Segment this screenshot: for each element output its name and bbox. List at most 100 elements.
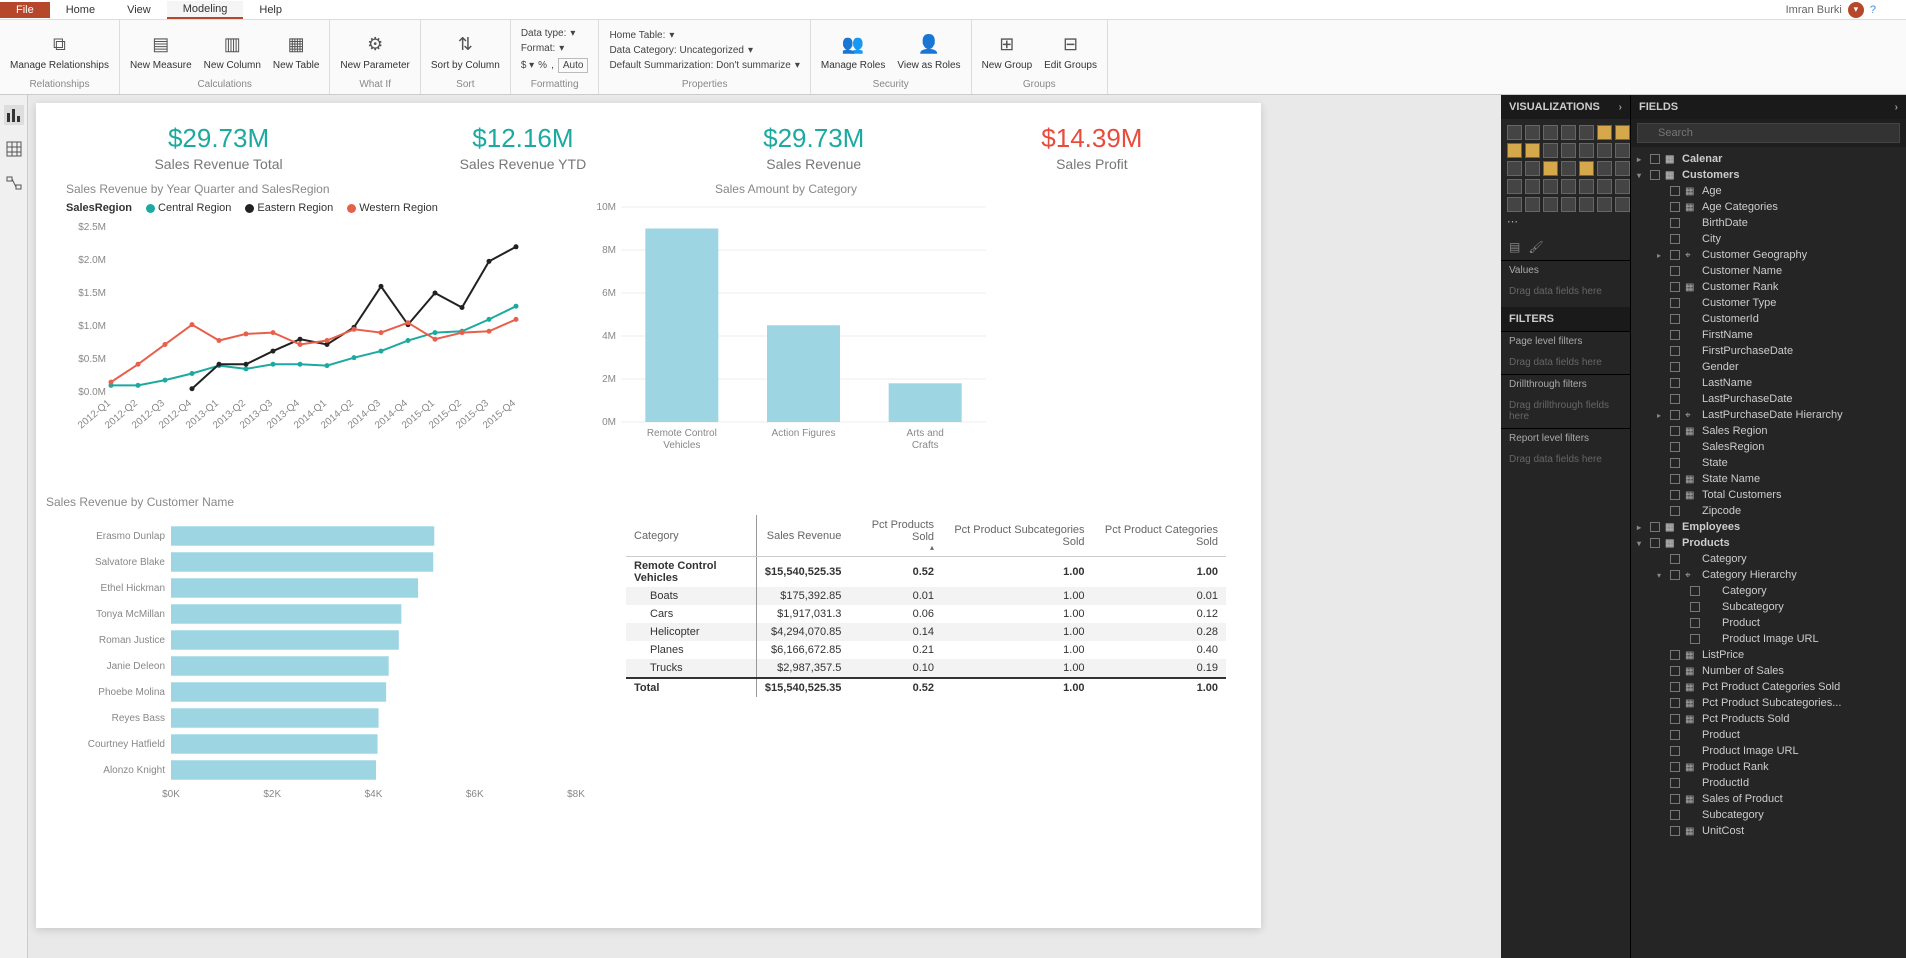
field-item[interactable]: ▾▦Products (1631, 535, 1906, 551)
field-item[interactable]: Customer Type (1631, 295, 1906, 311)
field-checkbox[interactable] (1670, 666, 1680, 676)
field-item[interactable]: Product Image URL (1631, 743, 1906, 759)
field-item[interactable]: ▦ListPrice (1631, 647, 1906, 663)
field-item[interactable]: FirstPurchaseDate (1631, 343, 1906, 359)
field-checkbox[interactable] (1670, 298, 1680, 308)
new-parameter-button[interactable]: ⚙New Parameter (336, 28, 413, 73)
viz-type-icon[interactable] (1561, 197, 1576, 212)
viz-type-icon[interactable] (1507, 179, 1522, 194)
field-checkbox[interactable] (1670, 330, 1680, 340)
kpi-card[interactable]: $12.16MSales Revenue YTD (460, 123, 587, 172)
viz-type-icon[interactable] (1579, 143, 1594, 158)
fields-search-input[interactable] (1637, 123, 1900, 143)
table-row[interactable]: Planes$6,166,672.850.211.000.40 (626, 641, 1226, 659)
viz-type-icon[interactable] (1525, 179, 1540, 194)
menu-modeling[interactable]: Modeling (167, 1, 244, 19)
field-item[interactable]: ▦Age Categories (1631, 199, 1906, 215)
field-checkbox[interactable] (1670, 378, 1680, 388)
viz-type-icon[interactable] (1615, 161, 1630, 176)
viz-type-icon[interactable] (1543, 143, 1558, 158)
data-category-dropdown[interactable]: Data Category: Uncategorized ▾ (605, 44, 803, 57)
manage-relationships-button[interactable]: ⧉ Manage Relationships (6, 28, 113, 73)
viz-type-icon[interactable] (1579, 197, 1594, 212)
manage-roles-button[interactable]: 👥Manage Roles (817, 28, 889, 73)
hbar-chart[interactable]: Sales Revenue by Customer Name Erasmo Du… (66, 495, 586, 806)
format-dropdown[interactable]: Format: ▾ (517, 42, 593, 55)
menu-view[interactable]: View (111, 2, 167, 18)
kpi-card[interactable]: $29.73MSales Revenue Total (154, 123, 282, 172)
new-column-button[interactable]: ▥New Column (200, 28, 265, 73)
field-item[interactable]: FirstName (1631, 327, 1906, 343)
field-item[interactable]: ▾⌖Category Hierarchy (1631, 567, 1906, 583)
viz-type-icon[interactable] (1507, 143, 1522, 158)
field-checkbox[interactable] (1670, 266, 1680, 276)
new-group-button[interactable]: ⊞New Group (978, 28, 1037, 73)
comma-button[interactable]: , (551, 60, 554, 71)
viz-type-icon[interactable] (1615, 143, 1630, 158)
viz-type-icon[interactable] (1597, 179, 1612, 194)
viz-type-icon[interactable] (1579, 125, 1594, 140)
data-view-button[interactable] (4, 139, 24, 159)
field-checkbox[interactable] (1690, 634, 1700, 644)
viz-type-icon[interactable] (1561, 143, 1576, 158)
viz-type-icon[interactable] (1543, 161, 1558, 176)
user-name[interactable]: Imran Burki ▾ ? (1786, 2, 1876, 18)
data-table[interactable]: CategorySales RevenuePct Products Sold▴P… (626, 515, 1226, 806)
expand-icon[interactable]: ▸ (1637, 523, 1645, 532)
field-checkbox[interactable] (1670, 810, 1680, 820)
new-measure-button[interactable]: ▤New Measure (126, 28, 196, 73)
viz-type-icon[interactable] (1579, 161, 1594, 176)
kpi-card[interactable]: $14.39MSales Profit (1041, 123, 1142, 172)
field-checkbox[interactable] (1670, 234, 1680, 244)
expand-icon[interactable]: ▸ (1657, 251, 1665, 260)
field-checkbox[interactable] (1650, 522, 1660, 532)
table-header[interactable]: Sales Revenue (756, 515, 849, 557)
viz-type-icon[interactable] (1597, 143, 1612, 158)
expand-icon[interactable]: ▾ (1657, 571, 1665, 580)
viz-type-icon[interactable] (1615, 197, 1630, 212)
field-item[interactable]: Category (1631, 551, 1906, 567)
line-chart[interactable]: Sales Revenue by Year Quarter and SalesR… (66, 182, 536, 465)
data-type-dropdown[interactable]: Data type: ▾ (517, 27, 593, 40)
field-checkbox[interactable] (1690, 618, 1700, 628)
field-checkbox[interactable] (1670, 250, 1680, 260)
field-checkbox[interactable] (1670, 826, 1680, 836)
field-checkbox[interactable] (1670, 682, 1680, 692)
viz-type-icon[interactable] (1525, 143, 1540, 158)
field-checkbox[interactable] (1670, 570, 1680, 580)
field-item[interactable]: ▦State Name (1631, 471, 1906, 487)
table-row[interactable]: Cars$1,917,031.30.061.000.12 (626, 605, 1226, 623)
field-checkbox[interactable] (1690, 602, 1700, 612)
menu-home[interactable]: Home (50, 2, 111, 18)
field-item[interactable]: ▦Product Rank (1631, 759, 1906, 775)
field-checkbox[interactable] (1670, 714, 1680, 724)
expand-icon[interactable]: ▸ (1637, 155, 1645, 164)
field-item[interactable]: Subcategory (1631, 807, 1906, 823)
field-item[interactable]: ▦Total Customers (1631, 487, 1906, 503)
default-summarization-dropdown[interactable]: Default Summarization: Don't summarize ▾ (605, 59, 803, 72)
expand-icon[interactable]: ▸ (1657, 411, 1665, 420)
table-header[interactable]: Pct Product Subcategories Sold (942, 515, 1093, 557)
field-checkbox[interactable] (1670, 554, 1680, 564)
field-item[interactable]: ▸⌖LastPurchaseDate Hierarchy (1631, 407, 1906, 423)
field-checkbox[interactable] (1670, 410, 1680, 420)
field-item[interactable]: ▾▦Customers (1631, 167, 1906, 183)
viz-type-icon[interactable] (1597, 125, 1612, 140)
page-filters-drop[interactable]: Drag data fields here (1501, 351, 1630, 374)
viz-type-icon[interactable] (1615, 179, 1630, 194)
report-view-button[interactable] (4, 105, 24, 125)
field-item[interactable]: ▦Pct Products Sold (1631, 711, 1906, 727)
field-item[interactable]: ▦Number of Sales (1631, 663, 1906, 679)
field-checkbox[interactable] (1670, 186, 1680, 196)
new-table-button[interactable]: ▦New Table (269, 28, 324, 73)
table-header[interactable]: Pct Products Sold▴ (849, 515, 942, 557)
field-checkbox[interactable] (1670, 346, 1680, 356)
viz-type-icon[interactable] (1615, 125, 1630, 140)
table-header[interactable]: Pct Product Categories Sold (1093, 515, 1226, 557)
viz-more-icon[interactable]: ⋯ (1507, 215, 1522, 228)
field-checkbox[interactable] (1670, 762, 1680, 772)
model-view-button[interactable] (4, 173, 24, 193)
table-row[interactable]: Helicopter$4,294,070.850.141.000.28 (626, 623, 1226, 641)
field-item[interactable]: BirthDate (1631, 215, 1906, 231)
field-item[interactable]: ▦Sales of Product (1631, 791, 1906, 807)
